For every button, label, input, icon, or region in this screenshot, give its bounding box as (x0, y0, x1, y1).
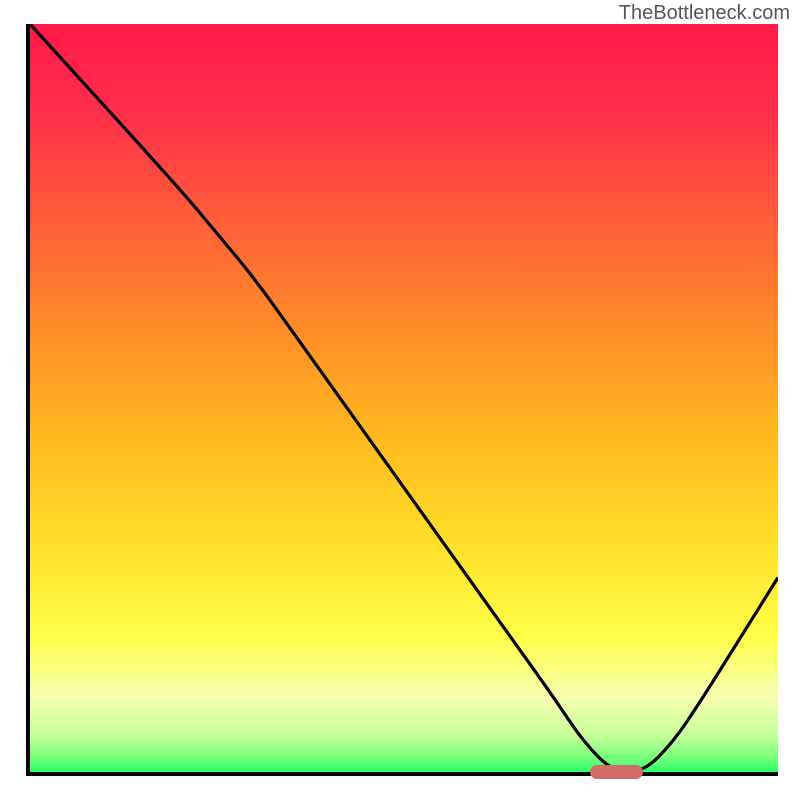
optimal-range-marker (590, 765, 643, 779)
watermark-text: TheBottleneck.com (619, 2, 790, 25)
chart-plot-area (26, 24, 778, 776)
bottleneck-curve (30, 24, 778, 772)
